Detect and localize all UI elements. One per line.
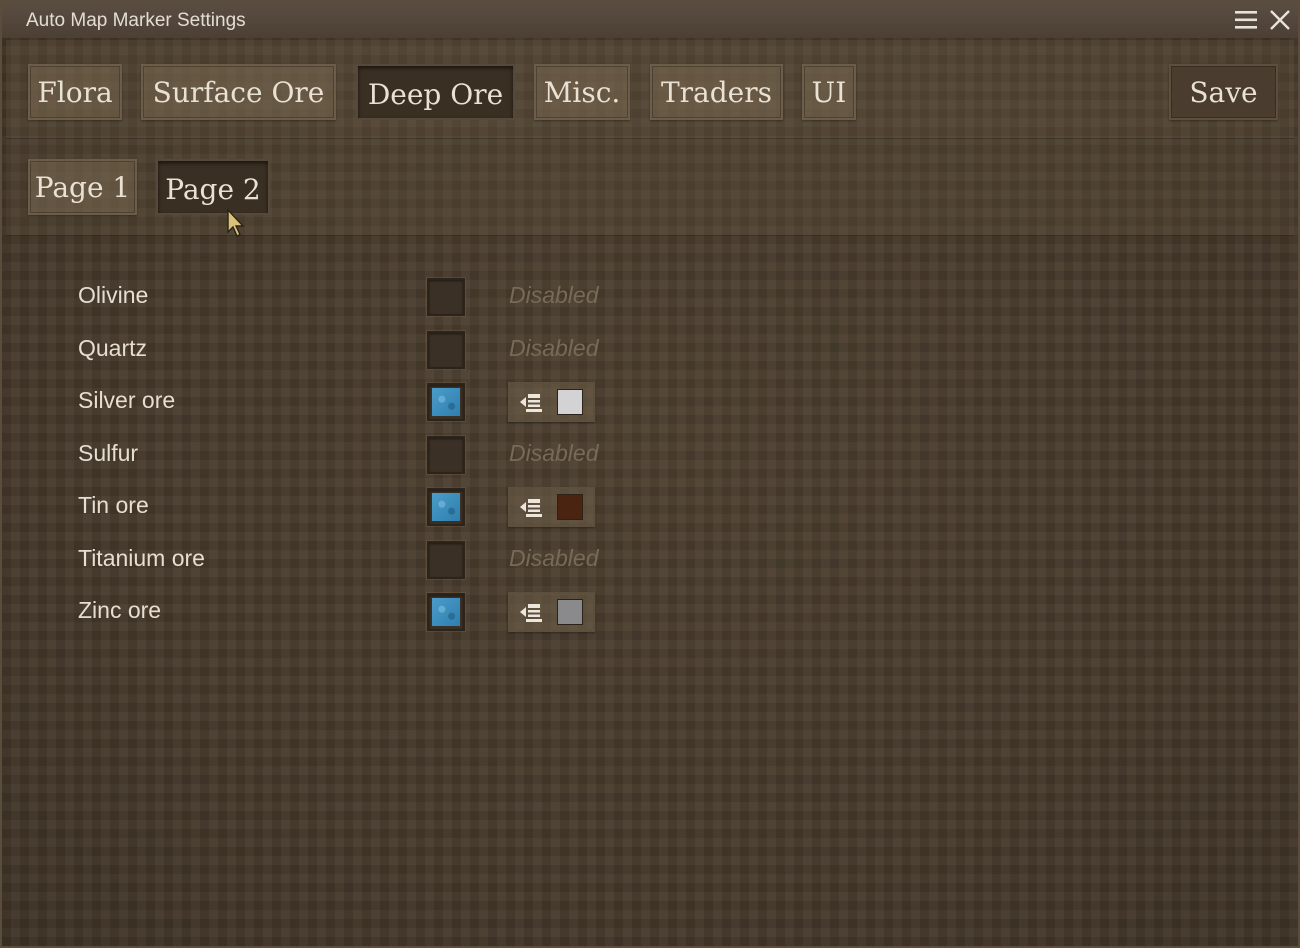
checkbox-olivine[interactable] — [427, 278, 465, 316]
row-label-tin-ore: Tin ore — [78, 492, 149, 518]
settings-window: Auto Map Marker Settings Flora Surface O… — [0, 0, 1300, 948]
window-title: Auto Map Marker Settings — [26, 10, 246, 31]
checkbox-quartz[interactable] — [427, 331, 465, 369]
checkbox-zinc-ore[interactable] — [427, 593, 465, 631]
color-swatch-silver-ore[interactable] — [557, 389, 583, 415]
checkbox-checked-fill — [432, 388, 460, 416]
waypoint-marker-icon — [518, 601, 546, 623]
status-sulfur: Disabled — [509, 440, 599, 466]
menu-icon[interactable] — [1232, 6, 1260, 34]
checkbox-checked-fill — [432, 598, 460, 626]
waypoint-marker-icon — [518, 391, 546, 413]
row-label-zinc-ore: Zinc ore — [78, 597, 162, 623]
row-label-silver-ore: Silver ore — [78, 387, 176, 413]
mouse-cursor-icon — [226, 208, 248, 240]
status-olivine: Disabled — [509, 282, 599, 308]
tab-misc[interactable]: Misc. — [534, 64, 630, 120]
waypoint-marker-icon — [518, 496, 546, 518]
marker-picker-silver-ore[interactable] — [508, 382, 595, 422]
checkbox-checked-fill — [432, 493, 460, 521]
tab-deep-ore[interactable]: Deep Ore — [356, 64, 515, 120]
checkbox-silver-ore[interactable] — [427, 383, 465, 421]
status-quartz: Disabled — [509, 335, 599, 361]
color-swatch-tin-ore[interactable] — [557, 494, 583, 520]
marker-picker-tin-ore[interactable] — [508, 487, 595, 527]
save-button[interactable]: Save — [1169, 64, 1278, 120]
row-label-titanium-ore: Titanium ore — [78, 545, 205, 571]
tab-flora[interactable]: Flora — [28, 64, 122, 120]
checkbox-titanium-ore[interactable] — [427, 541, 465, 579]
tab-traders[interactable]: Traders — [650, 64, 783, 120]
tab-page-1[interactable]: Page 1 — [28, 159, 137, 215]
tab-page-2[interactable]: Page 2 — [156, 159, 270, 215]
color-swatch-zinc-ore[interactable] — [557, 599, 583, 625]
tab-ui[interactable]: UI — [802, 64, 856, 120]
tab-surface-ore[interactable]: Surface Ore — [141, 64, 336, 120]
title-bar[interactable]: Auto Map Marker Settings — [2, 2, 1298, 38]
row-label-sulfur: Sulfur — [78, 440, 139, 466]
row-label-quartz: Quartz — [78, 335, 148, 361]
status-titanium-ore: Disabled — [509, 545, 599, 571]
checkbox-sulfur[interactable] — [427, 436, 465, 474]
marker-picker-zinc-ore[interactable] — [508, 592, 595, 632]
checkbox-tin-ore[interactable] — [427, 488, 465, 526]
row-label-olivine: Olivine — [78, 282, 149, 308]
close-icon[interactable] — [1266, 6, 1294, 34]
